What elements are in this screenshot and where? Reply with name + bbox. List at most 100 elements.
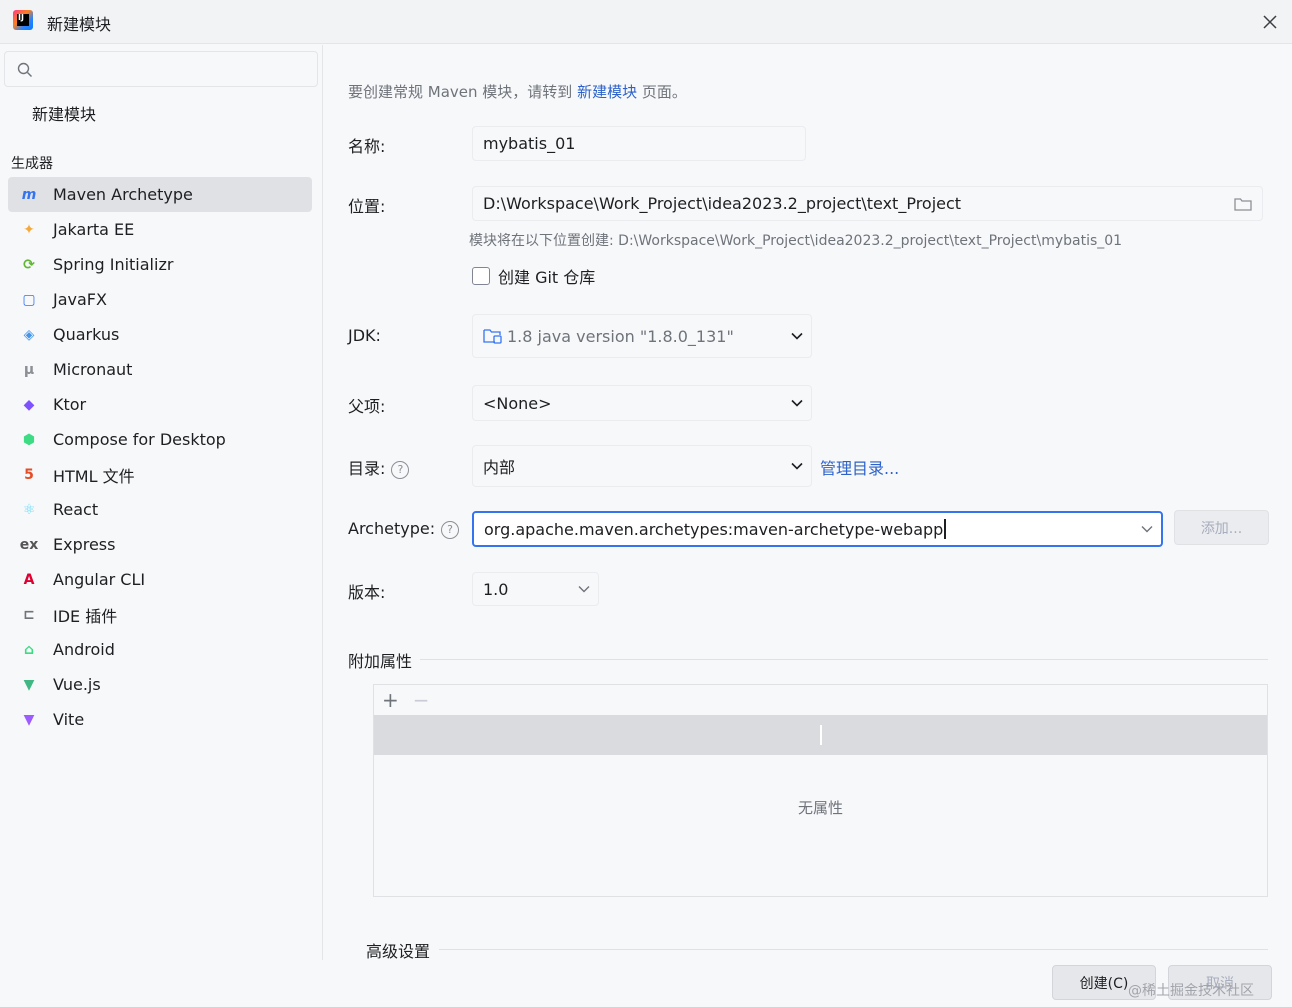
angular-icon: A [23,571,35,588]
sidebar-item-vue[interactable]: ▼ Vue.js [8,667,312,702]
chevron-down-icon [791,332,803,340]
text-cursor [944,519,947,539]
quarkus-icon: ◈ [23,326,35,343]
properties-toolbar: + − [374,685,1267,715]
sidebar-item-spring[interactable]: ⟳ Spring Initializr [8,247,312,282]
sidebar-item-label: JavaFX [53,290,107,309]
archetype-label: Archetype: [348,519,436,538]
chevron-down-icon [791,462,803,470]
properties-table: + − 无属性 [373,684,1268,897]
sidebar-item-label: Express [53,535,116,554]
create-git-checkbox[interactable]: 创建 Git 仓库 [472,264,595,288]
add-archetype-button[interactable]: 添加... [1174,510,1269,545]
new-module-link[interactable]: 新建模块 [577,83,637,101]
catalog-label: 目录: [348,459,386,478]
sidebar-item-label: Android [53,640,115,659]
chevron-down-icon [791,399,803,407]
name-label: 名称: [348,137,386,156]
sidebar-item-label: Maven Archetype [53,185,193,204]
parent-value: <None> [483,393,552,413]
search-input[interactable] [41,58,311,80]
maven-hint: 要创建常规 Maven 模块，请转到 新建模块 页面。 [348,81,687,102]
location-label: 位置: [348,197,386,216]
sidebar-item-android[interactable]: ⌂ Android [8,632,312,667]
remove-property-icon: − [412,688,430,712]
checkbox-box[interactable] [472,267,490,285]
title-bar: IJ 新建模块 [0,0,1292,44]
html-icon: 5 [24,466,34,483]
close-icon [1263,15,1277,29]
jakarta-icon: ✦ [23,221,35,238]
help-circle-icon[interactable]: ? [441,520,460,539]
folder-icon[interactable] [1234,196,1252,212]
sidebar-item-maven[interactable]: m Maven Archetype [8,177,312,212]
parent-select[interactable]: <None> [472,385,812,421]
sidebar-item-label: HTML 文件 [53,466,135,486]
properties-empty-text: 无属性 [797,799,843,817]
add-property-icon[interactable]: + [382,690,399,710]
sidebar-item-label: Quarkus [53,325,120,344]
sidebar-item-react[interactable]: ⚛ React [8,492,312,527]
sidebar-item-micronaut[interactable]: μ Micronaut [8,352,312,387]
sidebar-item-html[interactable]: 5 HTML 文件 [8,457,312,492]
location-hint: 模块将在以下位置创建: D:\Workspace\Work_Project\id… [469,233,1123,249]
location-value: D:\Workspace\Work_Project\idea2023.2_pro… [483,194,962,213]
sidebar-item-label: Vite [53,710,85,729]
react-icon: ⚛ [22,501,36,518]
sidebar-item-compose[interactable]: ⬢ Compose for Desktop [8,422,312,457]
chevron-down-icon [1141,526,1153,533]
express-icon: ex [19,536,39,553]
ktor-icon: ◆ [23,396,35,413]
sidebar-item-label: Vue.js [53,675,101,694]
catalog-select[interactable]: 内部 [472,445,812,487]
sidebar-item-jakarta[interactable]: ✦ Jakarta EE [8,212,312,247]
watermark: @稀土掘金技术社区 [1128,983,1254,999]
name-field[interactable]: mybatis_01 [472,126,806,161]
help-circle-icon[interactable]: ? [391,460,410,479]
sidebar-item-label: IDE 插件 [53,606,118,626]
catalog-label-row: 目录:? [348,455,410,479]
sidebar-item-angular[interactable]: A Angular CLI [8,562,312,597]
sidebar-item-quarkus[interactable]: ◈ Quarkus [8,317,312,352]
hint-suffix: 页面。 [641,83,687,101]
parent-label: 父项: [348,397,386,416]
generators-header: 生成器 [11,156,53,172]
sidebar-item-new-module[interactable]: 新建模块 [32,101,96,125]
android-icon: ⌂ [23,641,35,658]
sidebar-item-ktor[interactable]: ◆ Ktor [8,387,312,422]
sidebar-item-label: Compose for Desktop [53,430,226,449]
sidebar-item-label: Spring Initializr [53,255,174,274]
sidebar: 新建模块 生成器 m Maven Archetype ✦ Jakarta EE ⟳ Spr… [0,45,323,960]
properties-header [374,715,1267,755]
sidebar-item-javafx[interactable]: ▢ JavaFX [8,282,312,317]
intellij-logo-icon: IJ [13,10,33,30]
sidebar-item-express[interactable]: ex Express [8,527,312,562]
sidebar-item-label: Jakarta EE [53,220,135,239]
plugin-icon: ⊏ [23,606,35,623]
sidebar-item-label: Ktor [53,395,87,414]
advanced-settings-title[interactable]: 高级设置 [366,938,430,962]
version-label: 版本: [348,583,386,602]
jdk-select[interactable]: 1.8 java version "1.8.0_131" [472,314,812,358]
archetype-combobox[interactable]: org.apache.maven.archetypes:maven-archet… [472,511,1163,547]
version-select[interactable]: 1.0 [472,572,599,606]
close-button[interactable] [1254,6,1286,38]
search-field[interactable] [4,51,318,87]
catalog-value: 内部 [483,458,516,477]
vue-icon: ▼ [23,676,35,693]
jdk-value: 1.8 java version "1.8.0_131" [507,326,734,346]
generators-list: m Maven Archetype ✦ Jakarta EE ⟳ Spring Initi… [8,177,312,737]
sidebar-item-label: React [53,500,99,519]
sidebar-item-label: Micronaut [53,360,133,379]
search-icon [17,62,32,77]
javafx-icon: ▢ [22,291,36,308]
main-panel: 要创建常规 Maven 模块，请转到 新建模块 页面。 名称: mybatis_… [324,45,1292,1007]
sidebar-item-plugin[interactable]: ⊏ IDE 插件 [8,597,312,632]
jdk-label: JDK: [348,326,381,345]
sidebar-item-vite[interactable]: ▼ Vite [8,702,312,737]
hint-prefix: 要创建常规 Maven 模块，请转到 [348,83,573,101]
location-field[interactable]: D:\Workspace\Work_Project\idea2023.2_pro… [472,186,1263,221]
manage-catalogs-link[interactable]: 管理目录... [820,455,899,479]
maven-icon: m [21,186,37,203]
jdk-folder-icon [483,329,502,344]
